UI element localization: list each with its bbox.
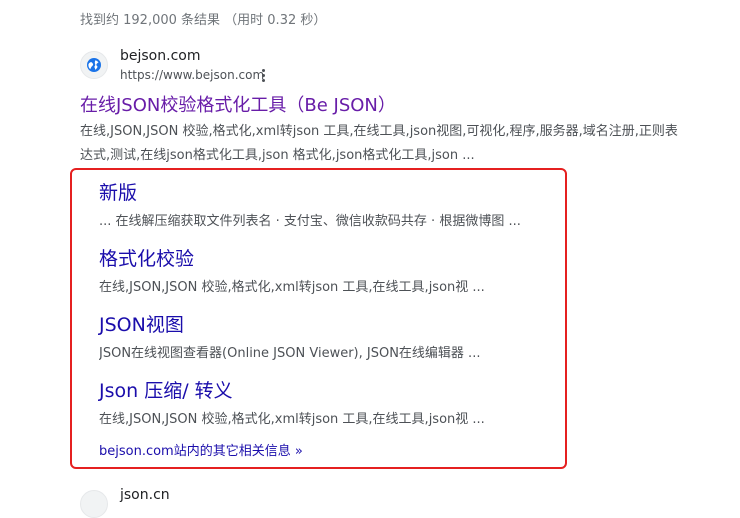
sitelink-json-view: JSON视图 JSON在线视图查看器(Online JSON Viewer), … — [99, 313, 480, 363]
site-url[interactable]: https://www.bejson.com — [120, 68, 264, 82]
globe-icon — [87, 58, 101, 72]
sitelink-description: JSON在线视图查看器(Online JSON Viewer), JSON在线编… — [99, 346, 481, 361]
sitelink-json-compress: Json 压缩/ 转义 在线,JSON,JSON 校验,格式化,xml转json… — [99, 379, 485, 429]
site-name[interactable]: bejson.com — [120, 48, 200, 64]
result-stats: 找到约 192,000 条结果 （用时 0.32 秒） — [80, 13, 327, 28]
sitelink-title[interactable]: 格式化校验 — [99, 247, 485, 271]
sitelink-format-validate: 格式化校验 在线,JSON,JSON 校验,格式化,xml转json 工具,在线… — [99, 247, 485, 297]
sitelink-new-version: 新版 ... 在线解压缩获取文件列表名 · 支付宝、微信收款码共存 · 根据微博… — [99, 181, 521, 231]
result-snippet: 在线,JSON,JSON 校验,格式化,xml转json 工具,在线工具,jso… — [80, 124, 678, 163]
more-options-icon[interactable] — [255, 67, 271, 83]
next-result-favicon[interactable] — [80, 490, 108, 518]
sitelink-title[interactable]: Json 压缩/ 转义 — [99, 379, 485, 403]
sitelink-title[interactable]: 新版 — [99, 181, 521, 205]
sitelink-description: 在线,JSON,JSON 校验,格式化,xml转json 工具,在线工具,jso… — [99, 412, 485, 427]
result-title-link[interactable]: 在线JSON校验格式化工具（Be JSON） — [80, 91, 396, 117]
sitelink-title[interactable]: JSON视图 — [99, 313, 480, 337]
sitelink-description: 在线,JSON,JSON 校验,格式化,xml转json 工具,在线工具,jso… — [99, 280, 485, 295]
more-results-from-site-link[interactable]: bejson.com站内的其它相关信息 » — [99, 440, 303, 459]
next-result-site-name[interactable]: json.cn — [120, 487, 170, 503]
sitelink-description: ... 在线解压缩获取文件列表名 · 支付宝、微信收款码共存 · 根据微博图 .… — [99, 214, 521, 229]
site-favicon[interactable] — [80, 51, 108, 79]
